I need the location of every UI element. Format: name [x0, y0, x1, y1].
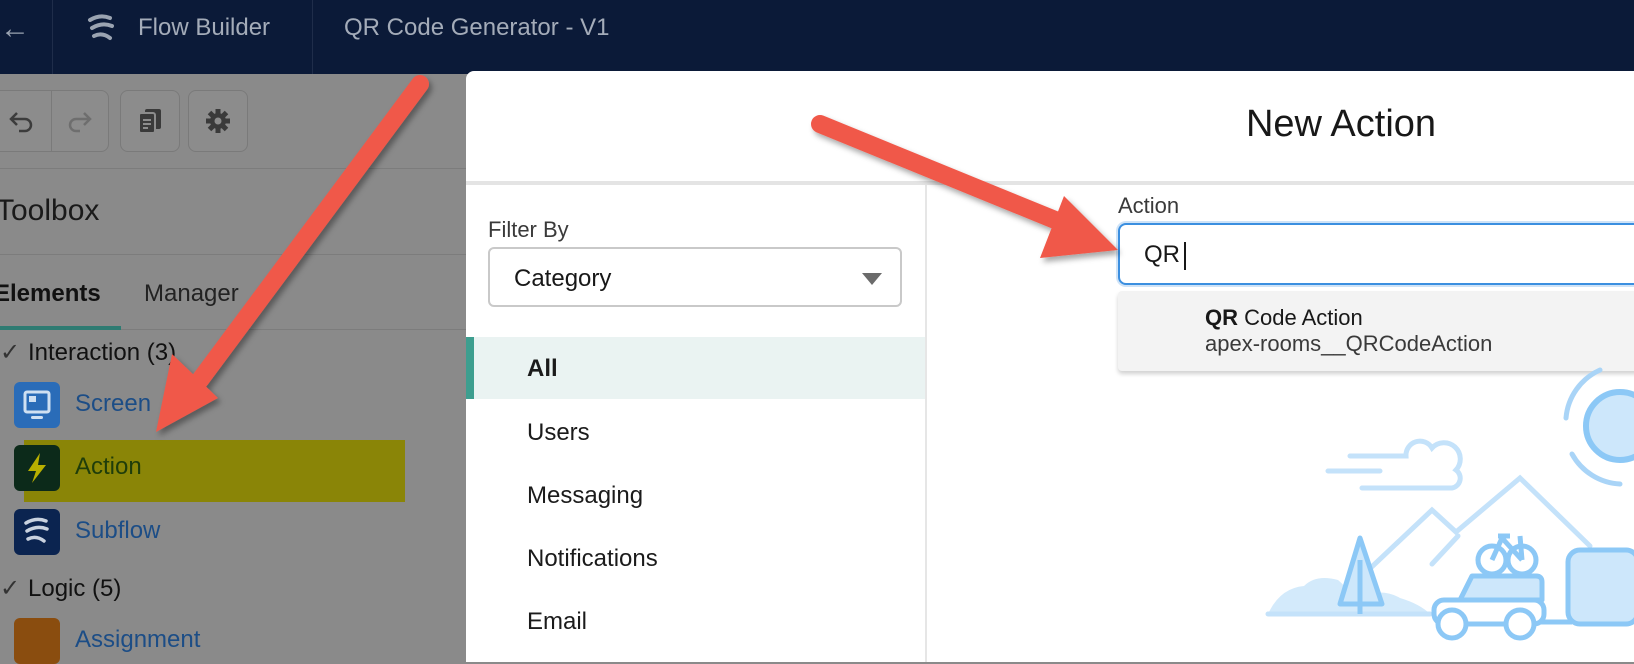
app-name: Flow Builder — [138, 14, 271, 41]
copy-button[interactable] — [120, 90, 180, 152]
suggestion-api-name: apex-rooms__QRCodeAction — [1205, 331, 1493, 356]
suggestion-rest: Code Action — [1238, 305, 1363, 330]
tab-manager[interactable]: Manager — [144, 280, 239, 308]
modal-title: New Action — [1245, 103, 1437, 145]
toolbox-title: Toolbox — [0, 194, 100, 227]
section-interaction[interactable]: ✓ Interaction (3) — [0, 338, 176, 367]
filter-by-label: Filter By — [488, 217, 569, 242]
category-notifications[interactable]: Notifications — [466, 527, 925, 589]
redo-icon — [68, 112, 92, 133]
category-label: All — [527, 355, 558, 382]
element-label: Assignment — [75, 626, 201, 653]
suggestion-title: QR Code Action — [1205, 305, 1363, 331]
category-label: Email — [527, 608, 588, 635]
category-email[interactable]: Email — [466, 590, 925, 652]
lightning-bolt-icon — [14, 445, 60, 491]
category-messaging[interactable]: Messaging — [466, 464, 925, 526]
chevron-down-icon: ✓ — [0, 575, 21, 602]
tab-elements[interactable]: Elements — [0, 280, 101, 308]
header-bar: ← Flow Builder QR Code Generator - V1 — [0, 0, 1634, 74]
flow-builder-logo-icon — [88, 14, 114, 40]
action-input-value: QR — [1144, 241, 1180, 268]
element-label: Subflow — [75, 517, 161, 544]
back-arrow-icon[interactable]: ← — [0, 14, 30, 44]
filter-column: Filter By Category All Users Messaging N… — [466, 185, 927, 662]
settings-button[interactable] — [188, 90, 248, 152]
flow-name[interactable]: QR Code Generator - V1 — [344, 14, 609, 42]
section-logic[interactable]: ✓ Logic (5) — [0, 574, 121, 603]
category-label: Users — [527, 419, 590, 446]
section-label: Logic (5) — [28, 575, 122, 602]
assignment-icon — [14, 618, 60, 664]
divider — [52, 0, 53, 74]
divider — [0, 254, 466, 255]
element-label: Action — [75, 453, 142, 480]
copy-icon — [138, 109, 161, 134]
divider — [0, 168, 466, 169]
caret-down-icon — [862, 273, 882, 285]
element-label: Screen — [75, 390, 152, 417]
action-field-label: Action — [1118, 193, 1180, 218]
gear-icon — [206, 109, 230, 133]
category-all[interactable]: All — [466, 337, 925, 399]
redo-button[interactable] — [51, 90, 109, 152]
toolbox-panel: Toolbox Elements Manager ✓ Interaction (3… — [0, 74, 466, 664]
chevron-down-icon: ✓ — [0, 339, 21, 366]
undo-icon — [9, 112, 33, 133]
action-suggestion-item[interactable]: QR Code Action apex-rooms__QRCodeAction — [1118, 291, 1634, 371]
filter-by-value: Category — [514, 265, 612, 292]
filter-by-select[interactable]: Category — [488, 247, 902, 307]
divider — [312, 0, 313, 74]
suggestion-match: QR — [1205, 305, 1238, 330]
empty-state-illustration — [1265, 367, 1634, 641]
text-cursor — [1184, 241, 1186, 270]
category-users[interactable]: Users — [466, 401, 925, 463]
screen-icon — [14, 382, 60, 428]
flow-icon — [14, 509, 60, 555]
undo-button[interactable] — [0, 90, 52, 152]
active-indicator — [466, 337, 474, 399]
action-search-input[interactable]: QR — [1118, 223, 1634, 285]
category-label: Messaging — [527, 482, 644, 509]
category-label: Notifications — [527, 545, 658, 572]
active-tab-indicator — [0, 326, 121, 330]
section-label: Interaction (3) — [28, 339, 177, 366]
